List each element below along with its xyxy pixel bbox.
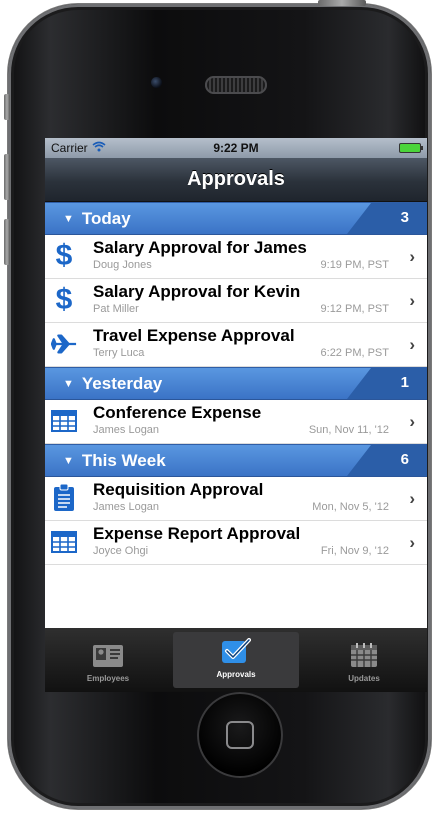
item-title: Travel Expense Approval — [93, 326, 295, 345]
earpiece-speaker — [205, 76, 267, 94]
clock: 9:22 PM — [213, 141, 259, 155]
chevron-right-icon: › — [409, 335, 415, 354]
item-title: Salary Approval for Kevin — [93, 282, 301, 301]
chevron-right-icon: › — [409, 291, 415, 310]
section-label: Today — [81, 208, 131, 228]
list-item[interactable]: Travel Expense Approval Terry Luca 6:22 … — [45, 323, 427, 367]
chevron-right-icon: › — [409, 489, 415, 508]
clipboard-icon — [51, 484, 77, 512]
tab-label: Employees — [86, 674, 130, 683]
volume-down-button — [4, 219, 10, 265]
airplane-icon — [51, 330, 77, 358]
tab-bar: Employees Approvals Updates — [45, 628, 427, 692]
item-requester: Doug Jones — [93, 259, 152, 271]
item-title: Conference Expense — [93, 403, 262, 422]
chevron-right-icon: › — [409, 533, 415, 552]
tab-label: Approvals — [216, 670, 256, 679]
tab-label: Updates — [348, 674, 380, 683]
ringer-switch — [4, 94, 10, 120]
item-requester: Terry Luca — [93, 347, 145, 359]
section-header-this-week[interactable]: ▼ This Week 6 — [45, 444, 427, 477]
contact-card-icon — [92, 644, 124, 670]
list-item[interactable]: $ Salary Approval for James Doug Jones 9… — [45, 235, 427, 279]
item-requester: James Logan — [93, 424, 160, 436]
chevron-right-icon: › — [409, 412, 415, 431]
item-requester: James Logan — [93, 501, 160, 513]
chevron-right-icon: › — [409, 247, 415, 266]
section-header-today[interactable]: ▼ Today 3 — [45, 202, 427, 235]
tab-employees[interactable]: Employees — [45, 628, 171, 692]
item-time: Mon, Nov 5, '12 — [312, 501, 389, 513]
item-title: Salary Approval for James — [93, 238, 307, 257]
screen: Carrier 9:22 PM Approvals ▼ Today 3 $ Sa… — [45, 138, 427, 692]
page-title: Approvals — [187, 168, 285, 190]
item-requester: Pat Miller — [93, 303, 139, 315]
item-time: Sun, Nov 11, '12 — [308, 424, 389, 436]
section-label: Yesterday — [81, 373, 163, 393]
list-item[interactable]: Expense Report Approval Joyce Ohgi Fri, … — [45, 521, 427, 565]
table-icon — [51, 407, 77, 435]
item-title: Expense Report Approval — [93, 524, 301, 543]
dollar-icon: $ — [55, 283, 73, 316]
battery-icon — [399, 143, 423, 153]
list-item[interactable]: Conference Expense James Logan Sun, Nov … — [45, 400, 427, 444]
item-time: 9:12 PM, PST — [320, 303, 389, 315]
section-header-yesterday[interactable]: ▼ Yesterday 1 — [45, 367, 427, 400]
sleep-button — [318, 0, 366, 6]
home-square-icon — [226, 721, 254, 749]
item-time: 6:22 PM, PST — [320, 347, 389, 359]
volume-up-button — [4, 154, 10, 200]
table-icon — [51, 528, 77, 556]
status-bar: Carrier 9:22 PM — [45, 138, 427, 158]
collapse-triangle-icon: ▼ — [63, 212, 74, 225]
front-camera — [151, 77, 162, 88]
item-requester: Joyce Ohgi — [93, 545, 149, 557]
section-count-badge: 3 — [400, 209, 409, 226]
collapse-triangle-icon: ▼ — [63, 377, 74, 390]
item-title: Requisition Approval — [93, 480, 264, 499]
dollar-icon: $ — [55, 239, 73, 272]
item-time: 9:19 PM, PST — [320, 259, 389, 271]
nav-bar: Approvals — [45, 158, 427, 202]
item-time: Fri, Nov 9, '12 — [320, 545, 389, 557]
section-count-badge: 6 — [400, 451, 409, 468]
collapse-triangle-icon: ▼ — [63, 454, 74, 467]
section-label: This Week — [81, 450, 166, 470]
approvals-list[interactable]: ▼ Today 3 $ Salary Approval for James Do… — [45, 202, 427, 565]
calendar-icon — [350, 642, 378, 670]
list-item[interactable]: $ Salary Approval for Kevin Pat Miller 9… — [45, 279, 427, 323]
tab-updates[interactable]: Updates — [301, 628, 427, 692]
list-item[interactable]: Requisition Approval James Logan Mon, No… — [45, 477, 427, 521]
tab-approvals[interactable]: Approvals — [173, 632, 299, 688]
section-count-badge: 1 — [400, 374, 409, 391]
checkmark-icon — [221, 638, 251, 666]
